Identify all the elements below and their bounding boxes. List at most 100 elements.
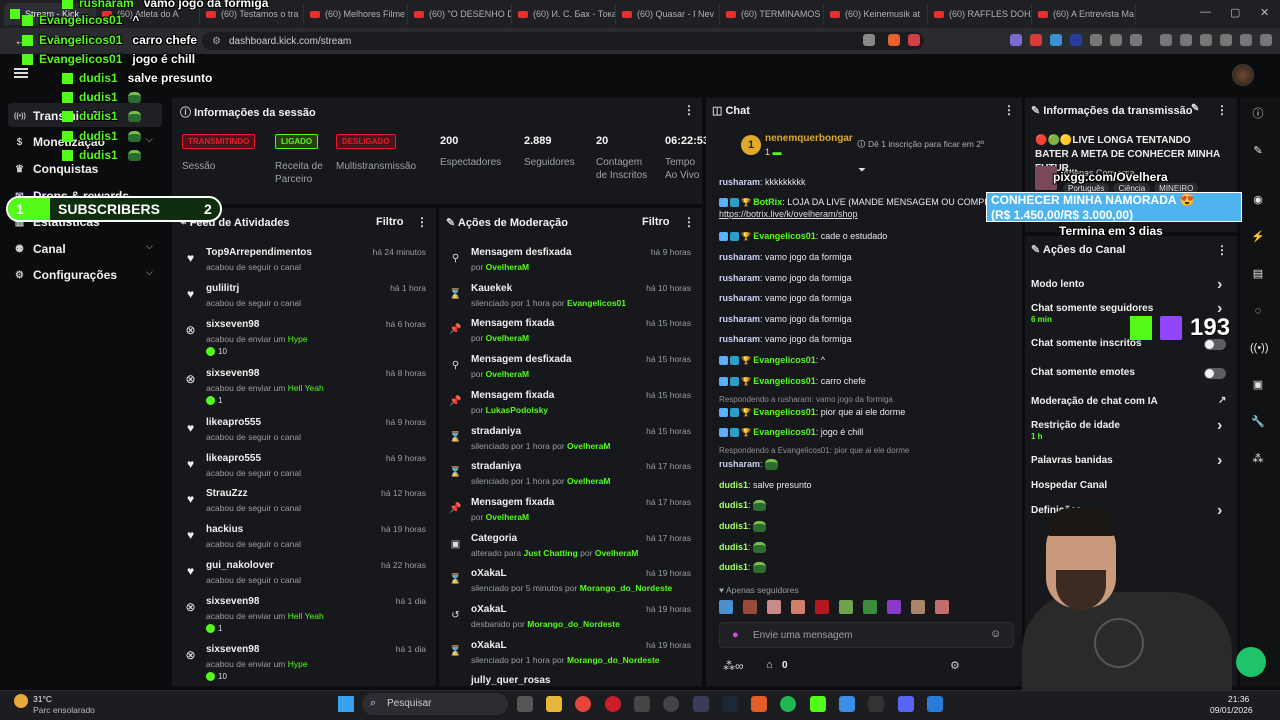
file-explorer-icon[interactable] — [546, 696, 562, 712]
list-item[interactable]: ⚲ Mensagem desfixada por OvelheraM há 15 ho… — [443, 354, 697, 389]
browser-tab[interactable]: (60) Melhores Filme — [304, 3, 408, 25]
edit-icon[interactable]: ✎ — [1191, 103, 1199, 114]
list-item[interactable]: ⌛ stradaniya silenciado por 1 hora por Ove… — [443, 426, 697, 461]
lightning-icon[interactable]: ⚡ — [1250, 229, 1266, 245]
list-item[interactable]: ♥ likeapro555 acabou de seguir o canal há 9… — [178, 453, 432, 488]
list-item[interactable]: ⚲ Mensagem desfixada por OvelheraM há 9 hor… — [443, 247, 697, 282]
activity-filter-button[interactable]: Filtro — [376, 216, 404, 228]
list-item[interactable]: ⊗ sixseven98 acabou de enviar um Hype 10 há … — [178, 644, 432, 681]
chat-username[interactable]: Evangelicos01 — [753, 231, 816, 241]
emote-icon[interactable] — [935, 600, 949, 614]
emote-icon[interactable] — [743, 600, 757, 614]
moderation-filter-button[interactable]: Filtro — [642, 216, 670, 228]
broadcast-icon[interactable]: ((•)) — [1250, 340, 1269, 356]
chat-username[interactable]: rusharam — [719, 273, 760, 283]
vpn-icon[interactable] — [1220, 34, 1232, 46]
hamburger-menu-icon[interactable] — [14, 68, 28, 78]
steam-icon[interactable] — [722, 696, 738, 712]
extension-icon[interactable] — [1090, 34, 1102, 46]
epic-games-icon[interactable] — [868, 696, 884, 712]
list-item[interactable]: ⌛ Kauekek silenciado por 1 hora por Evange… — [443, 283, 697, 318]
sidebar-item-conquistas[interactable]: ♛ Conquistas — [14, 162, 98, 176]
chevron-down-icon[interactable]: ⌵ — [146, 241, 153, 252]
chat-username[interactable]: BotRix — [753, 197, 782, 207]
list-item[interactable]: ♥ StrauZzz acabou de seguir o canal há 12 h… — [178, 488, 432, 523]
list-item[interactable]: ⊗ sixseven98 acabou de enviar um Hell Yeah… — [178, 596, 432, 633]
channel-action-item[interactable]: Modo lento — [1031, 279, 1084, 290]
extension-icon[interactable] — [1030, 34, 1042, 46]
obs-icon[interactable] — [634, 696, 650, 712]
toggle-switch[interactable] — [1204, 368, 1226, 379]
brave-shield-icon[interactable] — [888, 34, 900, 46]
extension-icon[interactable] — [1050, 34, 1062, 46]
taskbar-search[interactable]: ⌕ Pesquisar — [362, 693, 508, 715]
external-link-icon[interactable]: ↗ — [1218, 395, 1226, 406]
task-view-icon[interactable] — [517, 696, 533, 712]
extension-icon[interactable] — [1130, 34, 1142, 46]
chat-username[interactable]: rusharam — [719, 334, 760, 344]
chat-username[interactable]: dudis1 — [719, 562, 748, 572]
camera-icon[interactable]: ◉ — [1250, 192, 1266, 208]
app-icon[interactable] — [663, 696, 679, 712]
browser-tab[interactable]: (60) Quasar - I Nev — [616, 3, 720, 25]
channel-action-item[interactable]: Chat somente emotes — [1031, 367, 1135, 378]
notepad-icon[interactable] — [839, 696, 855, 712]
chat-link[interactable]: https://botrix.live/k/ovelheram/shop — [719, 209, 997, 219]
windows-start-icon[interactable] — [338, 696, 354, 712]
list-item[interactable]: ♥ gui_nakolover acabou de seguir o canal há… — [178, 560, 432, 595]
sidebar-icon[interactable] — [1180, 34, 1192, 46]
emote-icon[interactable] — [887, 600, 901, 614]
chat-username[interactable]: rusharam — [719, 177, 760, 187]
app-icon[interactable] — [693, 696, 709, 712]
emote-icon[interactable] — [839, 600, 853, 614]
emote-icon[interactable] — [815, 600, 829, 614]
brave-icon[interactable] — [751, 696, 767, 712]
chat-username[interactable]: rusharam — [719, 293, 760, 303]
chat-username[interactable]: rusharam — [719, 459, 760, 469]
wallet-icon[interactable] — [1240, 34, 1252, 46]
list-item[interactable]: ⌛ oXakaL silenciado por 1 hora por Morango… — [443, 640, 697, 675]
emote-icon[interactable] — [767, 600, 781, 614]
chat-username[interactable]: dudis1 — [719, 521, 748, 531]
list-item[interactable]: ↺ oXakaL desbanido por Morango_do_Nordeste… — [443, 604, 697, 639]
maximize-icon[interactable]: ▢ — [1230, 6, 1240, 19]
browser-tab[interactable]: (60) A Entrevista Ma — [1032, 3, 1136, 25]
chevron-right-icon[interactable]: › — [1217, 417, 1222, 435]
site-info-icon[interactable]: ⚙ — [212, 36, 221, 47]
menu-icon[interactable] — [1260, 34, 1272, 46]
emote-icon[interactable] — [719, 600, 733, 614]
chat-icon[interactable]: ◌ — [1250, 303, 1266, 319]
apps-icon[interactable]: ⁂ — [1250, 451, 1266, 467]
channel-actions-menu-icon[interactable]: ⋮ — [1216, 243, 1228, 257]
chevron-down-icon[interactable]: ⌵ — [146, 267, 153, 278]
list-item[interactable]: ♥ gulilitrj acabou de seguir o canal há 1 h… — [178, 283, 432, 318]
opera-icon[interactable] — [605, 696, 621, 712]
emoji-icon[interactable]: ☺ — [990, 628, 1001, 640]
share-icon[interactable] — [863, 34, 875, 46]
media-icon[interactable] — [1160, 34, 1172, 46]
kick-icon[interactable] — [810, 696, 826, 712]
emote-icon[interactable] — [863, 600, 877, 614]
emote-icon[interactable] — [911, 600, 925, 614]
session-menu-icon[interactable]: ⋮ — [683, 103, 695, 117]
chevron-down-icon[interactable]: ⌵ — [146, 134, 153, 145]
chevron-right-icon[interactable]: › — [1217, 452, 1222, 470]
sidebar-item-configuraes[interactable]: ⚙ Configurações — [14, 268, 117, 282]
chat-input[interactable]: ● Envie uma mensagem ☺ — [719, 622, 1014, 648]
chat-username[interactable]: Evangelicos01 — [753, 407, 816, 417]
channel-action-item[interactable]: Palavras banidas — [1031, 455, 1113, 466]
chat-menu-icon[interactable]: ⋮ — [1003, 103, 1015, 117]
list-item[interactable]: ⌛ oXakaL silenciado por 5 minutos por Mora… — [443, 568, 697, 603]
list-item[interactable]: ♥ likeapro555 acabou de seguir o canal há 9… — [178, 417, 432, 452]
brave-rewards-icon[interactable] — [908, 34, 920, 46]
address-bar[interactable]: ⚙ dashboard.kick.com/stream — [202, 32, 924, 50]
chat-username[interactable]: rusharam — [719, 252, 760, 262]
channel-action-item[interactable]: Hospedar Canal — [1031, 480, 1107, 491]
avatar[interactable] — [1232, 64, 1254, 86]
leaderboard-user[interactable]: nenemquerbongar — [765, 133, 853, 144]
chat-username[interactable]: dudis1 — [719, 542, 748, 552]
extension-icon[interactable] — [1070, 34, 1082, 46]
microphone-icon[interactable]: ● — [732, 629, 739, 641]
document-icon[interactable]: ▤ — [1250, 266, 1266, 282]
channel-action-item[interactable]: Restrição de idade 1 h — [1031, 420, 1120, 441]
